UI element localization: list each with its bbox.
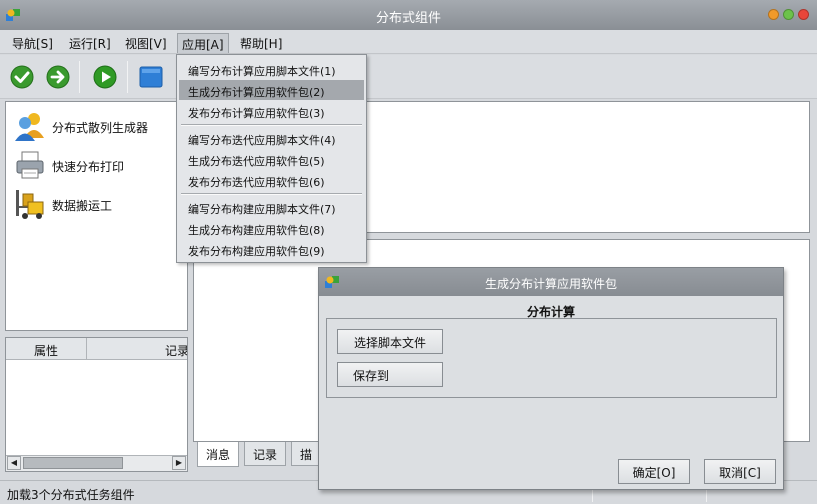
menu-item-build-build-package[interactable]: 生成分布构建应用软件包(8) (179, 218, 364, 238)
forklift-icon (16, 190, 44, 219)
toolbar-separator (127, 61, 128, 93)
scroll-left-button[interactable]: ◀ (7, 456, 21, 470)
properties-table: 属性 记录 ◀ ▶ (5, 337, 188, 472)
application-menu-dropdown: 编写分布计算应用脚本文件(1) 生成分布计算应用软件包(2) 发布分布计算应用软… (176, 54, 367, 263)
menu-help[interactable]: 帮助[H] (236, 33, 286, 53)
tab-messages[interactable]: 消息 (197, 442, 240, 467)
ok-button[interactable]: 确定[O] (618, 459, 690, 484)
menu-item-build-iterate-package[interactable]: 生成分布迭代应用软件包(5) (179, 149, 364, 169)
tab-description[interactable]: 描述 (291, 442, 321, 466)
menu-run[interactable]: 运行[R] (65, 33, 115, 53)
menu-separator (181, 124, 362, 126)
close-button[interactable] (798, 9, 809, 20)
status-text: 加载3个分布式任务组件 (7, 488, 135, 502)
column-header-record[interactable]: 记录 (87, 338, 187, 360)
save-to-button[interactable]: 保存到 (337, 362, 443, 387)
menu-bar: 导航[S] 运行[R] 视图[V] 应用[A] 帮助[H] (0, 30, 817, 54)
title-bar: 分布式组件 (0, 0, 817, 30)
column-header-property[interactable]: 属性 (6, 338, 87, 360)
component-list-panel: 分布式散列生成器 快速分布打印 数据搬运工 (5, 101, 188, 331)
check-icon[interactable] (10, 65, 34, 89)
maximize-button[interactable] (783, 9, 794, 20)
dialog-title: 生成分布计算应用软件包 (484, 277, 617, 291)
toolbar (0, 55, 817, 99)
menu-navigate[interactable]: 导航[S] (8, 33, 57, 53)
menu-item-publish-build-package[interactable]: 发布分布构建应用软件包(9) (179, 239, 364, 259)
menu-view[interactable]: 视图[V] (121, 33, 171, 53)
window-title: 分布式组件 (375, 11, 441, 26)
cancel-button[interactable]: 取消[C] (704, 459, 776, 484)
window-icon[interactable] (139, 65, 163, 89)
printer-icon (16, 151, 44, 179)
scroll-right-button[interactable]: ▶ (172, 456, 186, 470)
menu-item-write-iterate-script[interactable]: 编写分布迭代应用脚本文件(4) (179, 128, 364, 148)
select-script-button[interactable]: 选择脚本文件 (337, 329, 443, 354)
menu-item-write-build-script[interactable]: 编写分布构建应用脚本文件(7) (179, 197, 364, 217)
menu-item-build-compute-package[interactable]: 生成分布计算应用软件包(2) (179, 80, 364, 100)
minimize-button[interactable] (768, 9, 779, 20)
menu-item-write-compute-script[interactable]: 编写分布计算应用脚本文件(1) (179, 59, 364, 79)
menu-item-publish-iterate-package[interactable]: 发布分布迭代应用软件包(6) (179, 170, 364, 190)
menu-item-publish-compute-package[interactable]: 发布分布计算应用软件包(3) (179, 101, 364, 121)
menu-application[interactable]: 应用[A] (177, 33, 229, 53)
tab-records[interactable]: 记录 (244, 442, 287, 466)
run-icon[interactable] (93, 65, 117, 89)
menu-separator (181, 193, 362, 195)
dialog-title-bar[interactable]: 生成分布计算应用软件包 (319, 268, 783, 296)
horizontal-scrollbar[interactable]: ◀ ▶ (6, 455, 187, 471)
forward-icon[interactable] (46, 65, 70, 89)
build-package-dialog: 生成分布计算应用软件包 分布计算 选择脚本文件 保存到 确定[O] 取消[C] (318, 267, 784, 490)
toolbar-separator (79, 61, 80, 93)
users-icon (15, 113, 44, 141)
scrollbar-thumb[interactable] (23, 457, 123, 469)
